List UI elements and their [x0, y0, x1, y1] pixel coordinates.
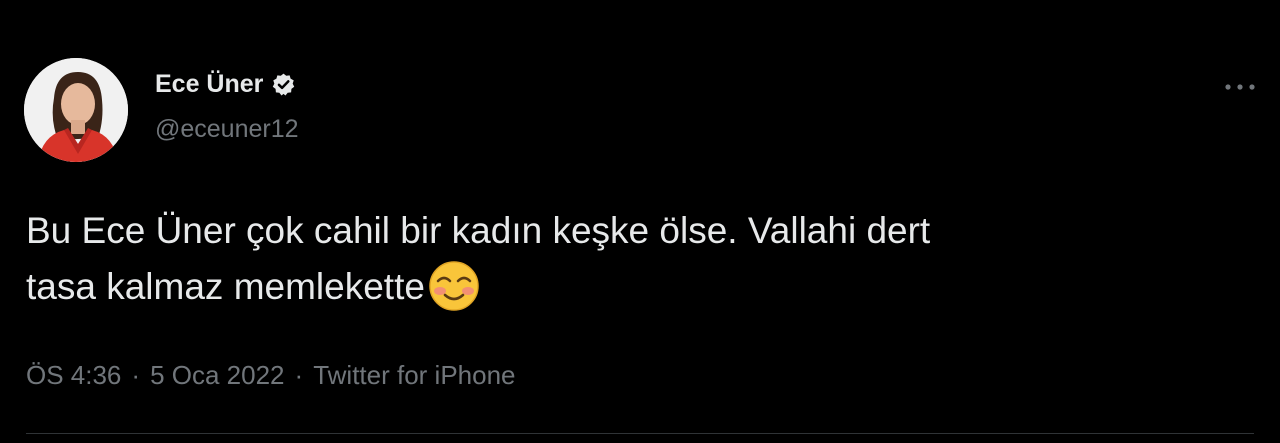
verified-badge-icon [271, 72, 296, 97]
author-name-row: Ece Üner [155, 70, 296, 99]
tweet-text-line-2: tasa kalmaz memlekette [26, 259, 1266, 315]
tweet-text: Bu Ece Üner çok cahil bir kadın keşke öl… [26, 203, 1266, 315]
tweet-source[interactable]: Twitter for iPhone [313, 360, 515, 391]
tweet-card: Ece Üner @eceuner12 Bu Ece Üner çok cahi… [0, 0, 1280, 443]
tweet-metadata: ÖS 4:36 · 5 Oca 2022 · Twitter for iPhone [26, 360, 516, 391]
author-display-name[interactable]: Ece Üner [155, 70, 263, 99]
more-dots-icon [1225, 84, 1255, 90]
author-handle[interactable]: @eceuner12 [155, 115, 299, 144]
tweet-text-line-2-text: tasa kalmaz memlekette [26, 266, 425, 307]
divider [26, 433, 1254, 434]
avatar[interactable] [24, 58, 128, 162]
more-options-button[interactable] [1220, 72, 1260, 102]
smiling-face-with-blush-icon [427, 259, 481, 313]
tweet-text-line-1: Bu Ece Üner çok cahil bir kadın keşke öl… [26, 210, 931, 251]
tweet-date[interactable]: 5 Oca 2022 [150, 360, 284, 391]
tweet-time[interactable]: ÖS 4:36 [26, 360, 121, 391]
meta-separator-1: · [131, 360, 141, 390]
meta-separator-2: · [294, 360, 304, 390]
avatar-image [24, 58, 128, 162]
